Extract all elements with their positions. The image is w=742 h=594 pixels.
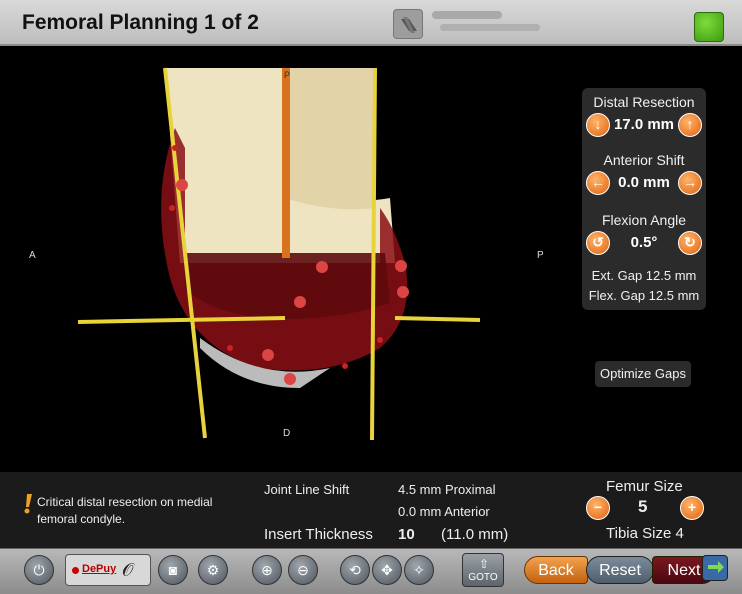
flex-gap-readout: Flex. Gap 12.5 mm [588, 288, 700, 303]
flexion-angle-label: Flexion Angle [601, 212, 687, 228]
brand-swoosh-icon: 𝒪 [122, 560, 134, 580]
distal-resection-value: 17.0 mm [613, 116, 675, 133]
obscured-text [432, 11, 502, 19]
tibia-size-label: Tibia Size 4 [606, 525, 684, 542]
anterior-shift-value: 0.0 mm [618, 174, 670, 191]
zoom-in-icon[interactable]: ⊕ [252, 555, 282, 585]
bottom-toolbar: ⏻ DePuy 𝒪 ◙ ⚙ ⊕ ⊖ ⟲ ✥ ✧ ⇧ GOTO Back Rese… [0, 548, 742, 594]
ext-gap-readout: Ext. Gap 12.5 mm [591, 268, 697, 283]
insert-thickness-mm: (11.0 mm) [441, 526, 509, 543]
view-side-icon[interactable]: ✧ [404, 555, 434, 585]
flexion-angle-value: 0.5° [630, 234, 658, 251]
flexion-angle-control: ↺ 0.5° ↻ [582, 230, 706, 256]
page-title: Femoral Planning 1 of 2 [22, 11, 259, 34]
femur-size-value: 5 [638, 497, 648, 516]
joint-line-anterior-value: 0.0 mm Anterior [398, 504, 490, 519]
navigation-tool-icon [393, 9, 423, 39]
view-front-icon[interactable]: ✥ [372, 555, 402, 585]
plus-icon[interactable]: + [680, 496, 704, 520]
brand-dot-icon [72, 567, 79, 574]
anterior-shift-control: ← 0.0 mm → [582, 170, 706, 196]
distal-label: D [283, 428, 291, 439]
arrow-right-icon[interactable]: → [678, 171, 702, 195]
anterior-shift-label: Anterior Shift [603, 152, 685, 168]
joint-line-shift-label: Joint Line Shift [264, 482, 350, 497]
obscured-text [440, 24, 540, 31]
rotate-cw-icon[interactable]: ↻ [678, 231, 702, 255]
zoom-out-icon[interactable]: ⊖ [288, 555, 318, 585]
depuy-logo-button[interactable]: DePuy 𝒪 [65, 554, 151, 586]
goto-label: GOTO [468, 572, 498, 583]
insert-thickness-label: Insert Thickness [264, 526, 373, 543]
camera-icon[interactable]: ◙ [158, 555, 188, 585]
rod-marker-label: P [284, 70, 291, 80]
joint-line-proximal-value: 4.5 mm Proximal [398, 482, 496, 497]
rotate-view-icon[interactable]: ⟲ [340, 555, 370, 585]
posterior-label: P [537, 250, 544, 261]
settings-gear-icon[interactable]: ⚙ [198, 555, 228, 585]
arrow-up-icon[interactable]: ↑ [678, 113, 702, 137]
power-icon[interactable]: ⏻ [24, 555, 54, 585]
optimize-gaps-button[interactable]: Optimize Gaps [595, 361, 691, 387]
goto-arrow-icon: ⇧ [479, 557, 490, 571]
status-indicator[interactable] [694, 12, 724, 42]
femur-size-label: Femur Size [606, 478, 683, 495]
rotate-ccw-icon[interactable]: ↺ [586, 231, 610, 255]
arrow-left-icon[interactable]: ← [586, 171, 610, 195]
insert-thickness-value: 10 [398, 526, 415, 543]
swap-arrows-icon[interactable] [702, 555, 728, 581]
title-bar: Femoral Planning 1 of 2 [0, 0, 742, 46]
back-button[interactable]: Back [524, 556, 588, 584]
goto-button[interactable]: ⇧ GOTO [462, 553, 504, 587]
minus-icon[interactable]: − [586, 496, 610, 520]
distal-resection-label: Distal Resection [593, 94, 695, 110]
reset-button[interactable]: Reset [586, 556, 654, 584]
brand-label: DePuy [82, 563, 117, 575]
resection-control-panel: Distal Resection ↓ 17.0 mm ↑ Anterior Sh… [582, 88, 706, 310]
distal-resection-control: ↓ 17.0 mm ↑ [582, 112, 706, 138]
anterior-label: A [29, 250, 36, 261]
warning-message: Critical distal resection on medial femo… [37, 495, 213, 526]
arrow-down-icon[interactable]: ↓ [586, 113, 610, 137]
warning-icon [24, 494, 32, 514]
